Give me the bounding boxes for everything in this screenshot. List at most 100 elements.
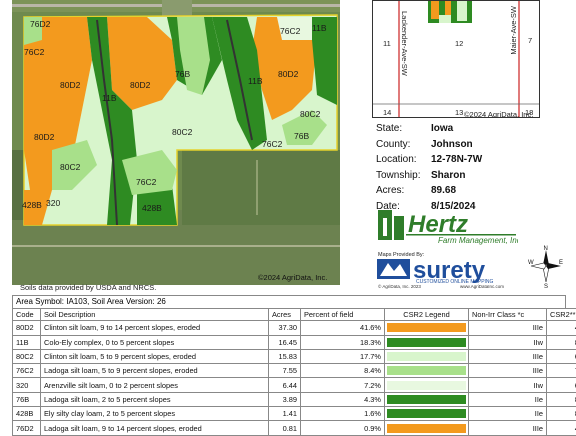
map-label: 320 [46, 198, 60, 208]
cell-code: 76D2 [13, 421, 41, 435]
cell-acres: 0.81 [269, 421, 301, 435]
cell-description: Clinton silt loam, 9 to 14 percent slope… [41, 321, 269, 335]
compass-rose-icon: N S W E [528, 244, 564, 288]
cell-description: Ladoga silt loam, 2 to 5 percent slopes [41, 392, 269, 406]
cell-percent: 41.6% [301, 321, 385, 335]
cell-csr2: 49 [547, 421, 576, 435]
cell-code: 80D2 [13, 321, 41, 335]
compass-n: N [544, 246, 548, 252]
map-label: 76B [294, 131, 309, 141]
cell-class: IIIe [469, 364, 547, 378]
map-label: 428B [142, 203, 162, 213]
map-label: 80C2 [172, 127, 193, 137]
map-label: 80D2 [34, 132, 55, 142]
locator-map[interactable]: Lackender-Ave-SW Maier-Ave-SW 11 12 7 14… [372, 0, 540, 118]
cell-legend [385, 364, 469, 378]
hertz-logo: Hertz Farm Management, Inc [378, 208, 518, 246]
cell-description: Arenzville silt loam, 0 to 2 percent slo… [41, 378, 269, 392]
cell-percent: 7.2% [301, 378, 385, 392]
cell-percent: 0.9% [301, 421, 385, 435]
map-label: 80D2 [60, 80, 81, 90]
cell-class: IIIe [469, 349, 547, 363]
road-label-left: Lackender-Ave-SW [400, 11, 409, 77]
col-header-code: Code [13, 309, 41, 321]
table-row: 76D2Ladoga silt loam, 9 to 14 percent sl… [13, 421, 576, 435]
section-number: 7 [528, 36, 532, 45]
section-number: 11 [383, 39, 391, 48]
cell-legend [385, 407, 469, 421]
cell-legend [385, 349, 469, 363]
cell-percent: 17.7% [301, 349, 385, 363]
cell-class: IIw [469, 378, 547, 392]
cell-percent: 4.3% [301, 392, 385, 406]
map-label: 80D2 [278, 69, 299, 79]
compass-e: E [559, 260, 563, 266]
map-label: 76C2 [262, 139, 283, 149]
legend-swatch [387, 424, 466, 433]
soil-table: Area Symbol: IA103, Soil Area Version: 2… [12, 295, 566, 436]
cell-code: 320 [13, 378, 41, 392]
col-header-description: Soil Description [41, 309, 269, 321]
table-row: 80D2Clinton silt loam, 9 to 14 percent s… [13, 321, 576, 335]
soil-map[interactable]: 76D2 76C2 80D2 11B 80D2 76B 11B 80D2 76C… [12, 0, 340, 285]
cell-acres: 16.45 [269, 335, 301, 349]
map-label: 80C2 [60, 162, 81, 172]
legend-swatch [387, 395, 466, 404]
cell-csr2: 46 [547, 321, 576, 335]
cell-class: IIIe [469, 421, 547, 435]
county-label: County: [376, 139, 431, 150]
legend-swatch [387, 323, 466, 332]
compass-s: S [544, 284, 548, 288]
cell-description: Clinton silt loam, 5 to 9 percent slopes… [41, 349, 269, 363]
cell-csr2: 86 [547, 392, 576, 406]
cell-percent: 1.6% [301, 407, 385, 421]
state-value: Iowa [431, 123, 453, 134]
map-label: 80C2 [300, 109, 321, 119]
surety-logo: Maps Provided By: surety CUSTOMIZED ONLI… [376, 249, 511, 289]
cell-code: 428B [13, 407, 41, 421]
col-header-acres: Acres [269, 309, 301, 321]
state-label: State: [376, 123, 431, 134]
cell-csr2: 69 [547, 349, 576, 363]
location-label: Location: [376, 154, 431, 165]
cell-percent: 8.4% [301, 364, 385, 378]
table-caption: Area Symbol: IA103, Soil Area Version: 2… [12, 295, 566, 308]
col-header-legend: CSR2 Legend [385, 309, 469, 321]
cell-acres: 6.44 [269, 378, 301, 392]
map-label: 11B [102, 93, 117, 103]
cell-code: 76B [13, 392, 41, 406]
map-label: 11B [248, 76, 263, 86]
table-row: 80C2Clinton silt loam, 5 to 9 percent sl… [13, 349, 576, 363]
cell-acres: 15.83 [269, 349, 301, 363]
cell-class: IIIe [469, 321, 547, 335]
cell-description: Colo-Ely complex, 0 to 5 percent slopes [41, 335, 269, 349]
cell-acres: 1.41 [269, 407, 301, 421]
map-label: 76D2 [30, 19, 51, 29]
info-panel: State:Iowa County:Johnson Location:12-78… [376, 121, 572, 214]
map-label: 80D2 [130, 80, 151, 90]
table-header-row: Code Soil Description Acres Percent of f… [13, 309, 576, 321]
cell-acres: 3.89 [269, 392, 301, 406]
cell-csr2: 75 [547, 364, 576, 378]
map-label: 76B [175, 69, 190, 79]
cell-code: 80C2 [13, 349, 41, 363]
compass-w: W [528, 260, 534, 266]
legend-swatch [387, 409, 466, 418]
hertz-sub: Farm Management, Inc [438, 236, 518, 245]
cell-percent: 18.3% [301, 335, 385, 349]
table-row: 320Arenzville silt loam, 0 to 2 percent … [13, 378, 576, 392]
soils-credit: Soils data provided by USDA and NRCS. [20, 283, 156, 292]
cell-description: Ladoga silt loam, 9 to 14 percent slopes… [41, 421, 269, 435]
soil-table-grid: Code Soil Description Acres Percent of f… [12, 308, 576, 436]
map-copyright: ©2024 AgriData, Inc. [258, 273, 327, 282]
cell-csr2: 88 [547, 407, 576, 421]
cell-csr2: 63 [547, 378, 576, 392]
map-label: 76C2 [136, 177, 157, 187]
hertz-name: Hertz [408, 211, 468, 238]
soil-map-canvas: 76D2 76C2 80D2 11B 80D2 76B 11B 80D2 76C… [12, 0, 340, 285]
section-number: 12 [455, 39, 463, 48]
locator-copyright: ©2024 AgriData, Inc. [464, 110, 533, 118]
legend-swatch [387, 366, 466, 375]
col-header-class: Non-Irr Class *c [469, 309, 547, 321]
cell-code: 76C2 [13, 364, 41, 378]
